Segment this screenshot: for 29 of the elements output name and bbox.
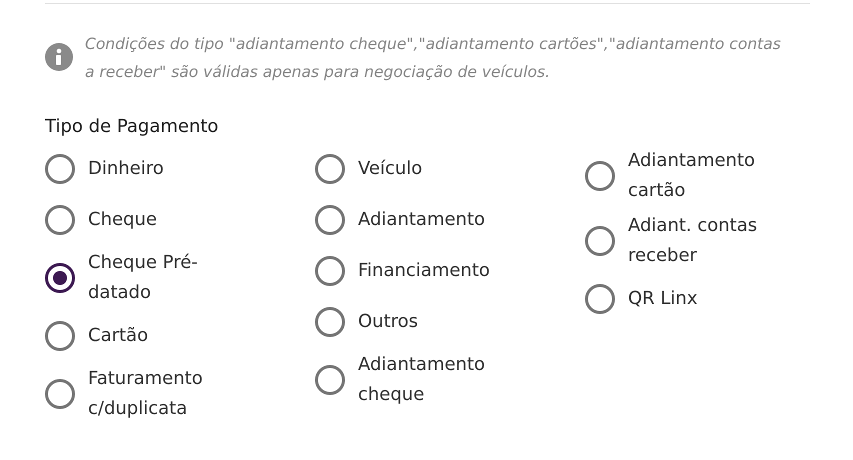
payment-type-radio[interactable]: Cartão — [45, 313, 228, 359]
info-icon — [45, 43, 73, 71]
radio-icon[interactable] — [315, 256, 345, 286]
radio-icon[interactable] — [315, 205, 345, 235]
payment-type-radio[interactable]: QR Linx — [585, 276, 768, 322]
payment-type-radio[interactable]: Cheque Pré-datado — [45, 248, 228, 308]
section-title: Tipo de Pagamento — [45, 116, 220, 137]
radio-icon[interactable] — [315, 365, 345, 395]
radio-icon[interactable] — [585, 284, 615, 314]
payment-type-radio[interactable]: Financiamento — [315, 248, 498, 294]
payment-type-radio[interactable]: Veículo — [315, 146, 498, 192]
radio-icon[interactable] — [315, 154, 345, 184]
payment-type-radio[interactable]: Adiant. contas receber — [585, 211, 768, 271]
radio-icon[interactable] — [315, 307, 345, 337]
payment-type-radio[interactable]: Adiantamento — [315, 197, 498, 243]
payment-type-radio[interactable]: Adiantamento cheque — [315, 350, 498, 410]
payment-type-radio[interactable]: Outros — [315, 299, 498, 345]
payment-type-radio[interactable]: Dinheiro — [45, 146, 228, 192]
notice-text: Condições do tipo "adiantamento cheque","adiantamento cartões","adiantamento contas a receber" são válidas apenas para negociação de veículos. — [85, 34, 782, 83]
radio-icon[interactable] — [585, 226, 615, 256]
payment-type-radio[interactable]: Adiantamento cartão — [585, 146, 768, 206]
radio-icon[interactable] — [45, 154, 75, 184]
radio-icon[interactable] — [45, 321, 75, 351]
radio-icon[interactable] — [45, 205, 75, 235]
radio-icon[interactable] — [585, 161, 615, 191]
radio-icon[interactable] — [45, 379, 75, 409]
radio-icon[interactable] — [45, 263, 75, 293]
payment-type-radio[interactable]: Faturamento c/duplicata — [45, 364, 228, 424]
payment-type-radio[interactable]: Cheque — [45, 197, 228, 243]
